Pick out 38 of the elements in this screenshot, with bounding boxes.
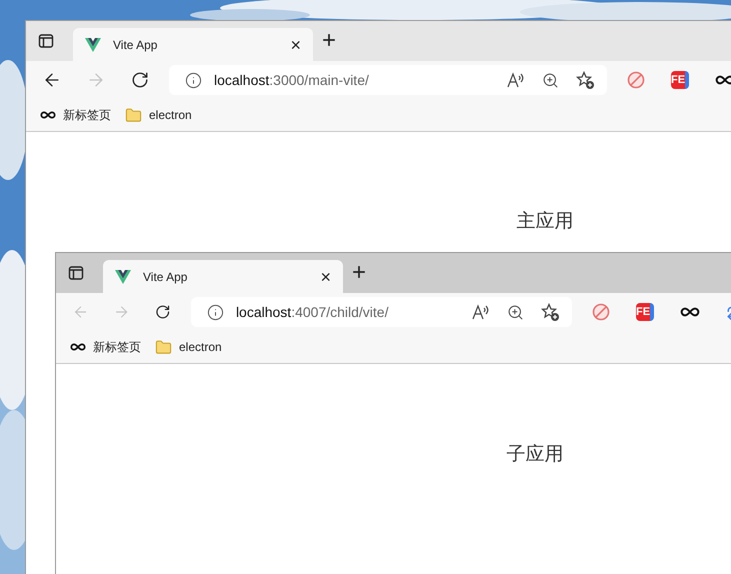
tab-actions-icon[interactable] [68,265,84,281]
read-aloud-icon[interactable] [472,304,490,320]
bookmark-link[interactable]: electron [179,338,222,356]
folder-icon [155,338,172,356]
blocker-extension-icon[interactable] [627,71,645,89]
new-tab-button[interactable]: + [322,29,336,53]
vue-logo-icon [85,38,101,52]
folder-icon [125,106,142,124]
reload-button[interactable] [131,71,149,89]
site-info-icon[interactable] [185,72,202,88]
bookmark-link[interactable]: electron [149,106,192,124]
page-heading: 子应用 [506,443,564,467]
read-aloud-icon[interactable] [507,72,525,88]
tab-actions-icon[interactable] [38,33,54,49]
tab-title: Vite App [143,268,188,286]
url-text: localhost:4007/child/vite/ [236,302,390,322]
bookmark-link[interactable]: 新标签页 [93,338,141,356]
site-info-icon[interactable] [206,304,224,320]
url-text: localhost:3000/main-vite/ [214,70,370,90]
blocker-extension-icon[interactable] [592,303,610,321]
bookmark-link[interactable]: 新标签页 [63,106,111,124]
zoom-icon[interactable] [507,304,524,320]
add-favorite-icon[interactable] [576,70,595,90]
new-tab-button[interactable]: + [352,261,366,285]
address-bar[interactable]: localhost:3000/main-vite/ [169,65,607,95]
page-heading: 主应用 [516,210,574,234]
browser-tab[interactable]: Vite App × [73,28,313,61]
close-tab-button[interactable]: × [320,268,331,286]
zoom-icon[interactable] [542,72,559,88]
fe-extension-icon[interactable]: FE [636,303,654,321]
close-tab-button[interactable]: × [290,36,301,54]
reload-button[interactable] [155,303,171,321]
browser-tab[interactable]: Vite App × [103,260,343,293]
tab-title: Vite App [113,36,158,54]
fe-extension-icon[interactable]: FE [671,71,689,89]
vue-logo-icon [115,270,131,284]
address-bar[interactable]: localhost:4007/child/vite/ [190,297,572,327]
add-favorite-icon[interactable] [541,302,560,322]
